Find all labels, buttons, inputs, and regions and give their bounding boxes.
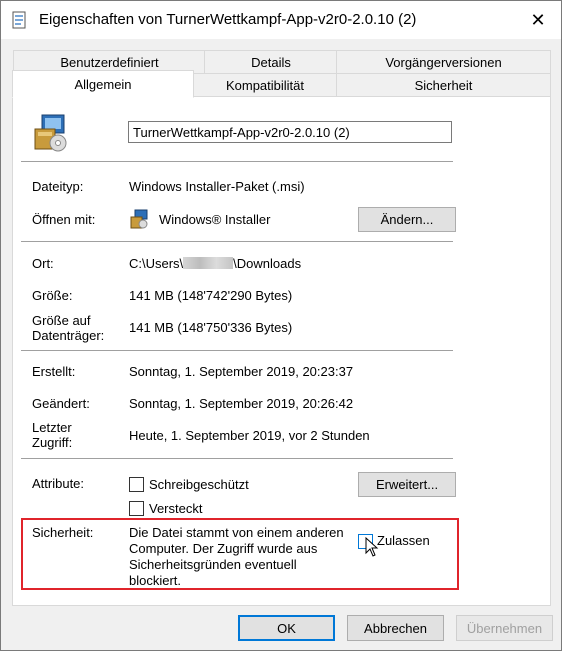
properties-window: Eigenschaften von TurnerWettkampf-App-v2…: [0, 0, 562, 651]
size-value: 141 MB (148'742'290 Bytes): [129, 288, 293, 303]
disk-size-value: 141 MB (148'750'336 Bytes): [129, 320, 293, 335]
title-bar[interactable]: Eigenschaften von TurnerWettkampf-App-v2…: [1, 1, 561, 39]
mouse-cursor-icon: [365, 537, 379, 557]
modified-value: Sonntag, 1. September 2019, 20:26:42: [129, 396, 354, 411]
readonly-checkbox[interactable]: [129, 477, 144, 492]
type-value: Windows Installer-Paket (.msi): [129, 179, 305, 194]
window-title: Eigenschaften von TurnerWettkampf-App-v2…: [39, 11, 417, 28]
security-message: Die Datei stammt von einem anderen Compu…: [129, 525, 344, 589]
hidden-label[interactable]: Versteckt: [149, 501, 202, 516]
security-label: Sicherheit:: [32, 525, 94, 540]
tab-vorgaengerversionen[interactable]: Vorgängerversionen: [336, 50, 551, 73]
change-button[interactable]: Ändern...: [358, 207, 456, 232]
disk-size-label-line2: Datenträger:: [32, 328, 105, 343]
security-message-line4: blockiert.: [129, 573, 182, 588]
security-message-line3: Sicherheitsgründen eventuell: [129, 557, 297, 572]
installer-package-icon: [34, 114, 67, 152]
security-message-line1: Die Datei stammt von einem anderen: [129, 525, 344, 540]
modified-label: Geändert:: [32, 396, 90, 411]
created-value: Sonntag, 1. September 2019, 20:23:37: [129, 364, 354, 379]
type-label: Dateityp:: [32, 179, 84, 194]
separator: [21, 458, 453, 459]
accessed-value: Heute, 1. September 2019, vor 2 Stunden: [129, 428, 370, 443]
separator: [21, 161, 453, 162]
ok-button[interactable]: OK: [238, 615, 335, 641]
tab-kompatibilitaet[interactable]: Kompatibilität: [192, 73, 338, 96]
location-prefix: C:\Users\: [129, 256, 184, 271]
size-label: Größe:: [32, 288, 73, 303]
location-value: C:\Users\ \Downloads: [129, 256, 301, 271]
file-name-input[interactable]: [128, 121, 452, 143]
close-icon[interactable]: ✕: [515, 1, 561, 39]
cancel-button[interactable]: Abbrechen: [347, 615, 444, 641]
created-label: Erstellt:: [32, 364, 76, 379]
open-with-label: Öffnen mit:: [32, 212, 96, 227]
security-message-line2: Computer. Der Zugriff wurde aus: [129, 541, 318, 556]
disk-size-label-line1: Größe auf: [32, 313, 91, 328]
file-icon: [12, 11, 26, 29]
separator: [21, 241, 453, 242]
open-with-value: Windows® Installer: [159, 212, 271, 227]
hidden-checkbox[interactable]: [129, 501, 144, 516]
windows-installer-icon: [130, 209, 148, 229]
advanced-button[interactable]: Erweitert...: [358, 472, 456, 497]
tab-details[interactable]: Details: [204, 50, 338, 73]
accessed-label-line2: Zugriff:: [32, 435, 73, 450]
location-label: Ort:: [32, 256, 54, 271]
readonly-label[interactable]: Schreibgeschützt: [149, 477, 249, 492]
unblock-label[interactable]: Zulassen: [377, 533, 430, 548]
apply-button[interactable]: Übernehmen: [456, 615, 553, 641]
accessed-label-line1: Letzter: [32, 420, 72, 435]
redacted-username: [183, 257, 234, 269]
tab-allgemein[interactable]: Allgemein: [12, 70, 194, 98]
attributes-label: Attribute:: [32, 476, 85, 491]
tab-sicherheit[interactable]: Sicherheit: [336, 73, 551, 96]
separator: [21, 350, 453, 351]
location-suffix: \Downloads: [233, 256, 302, 271]
